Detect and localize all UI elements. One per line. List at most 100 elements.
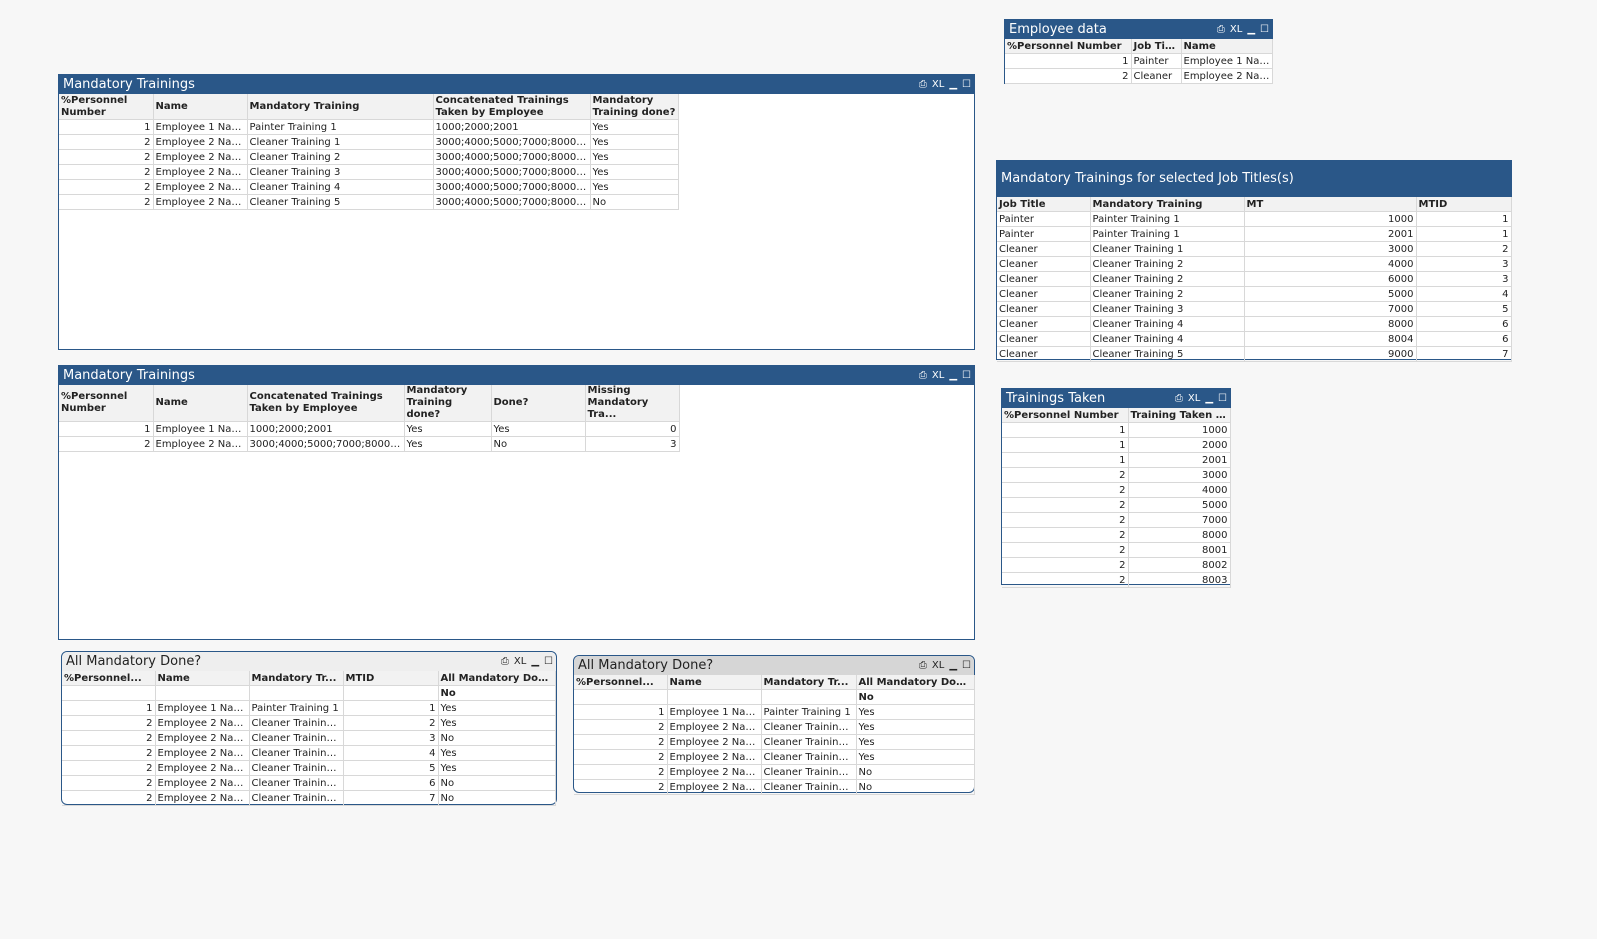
table-row[interactable]: 1 Employee 1 Name 1000;2000;2001 Yes Yes 0 <box>59 421 680 437</box>
print-icon[interactable]: ⎙ <box>1217 20 1225 39</box>
column-header[interactable]: Mandatory Tr... <box>249 671 344 686</box>
column-header[interactable]: %Personnel... <box>62 671 156 686</box>
panel-title-bar[interactable]: All Mandatory Done? ⎙ XL ▁ ☐ <box>62 652 556 671</box>
column-header[interactable]: Concatenated Trainings Taken by Employee <box>247 385 405 422</box>
table-row[interactable]: 2 8001 <box>1002 542 1231 558</box>
table-row[interactable]: Cleaner Cleaner Training 2 4000 3 <box>997 256 1512 272</box>
table-row[interactable]: 1 2000 <box>1002 437 1231 453</box>
table-row[interactable]: 2 8003 <box>1002 572 1231 588</box>
column-header[interactable]: Training Taken ID <box>1128 408 1231 423</box>
table-row[interactable]: 1 2001 <box>1002 452 1231 468</box>
print-icon[interactable]: ⎙ <box>919 366 927 385</box>
column-header[interactable]: MTID <box>343 671 439 686</box>
column-header[interactable]: Job Title <box>1131 39 1182 54</box>
maximize-icon[interactable]: ☐ <box>544 652 553 671</box>
table-row[interactable]: 2 Employee 2 Name Cleaner Training 1 3000;4… <box>59 134 679 150</box>
export-excel-icon[interactable]: XL <box>1188 389 1200 408</box>
table-row[interactable]: Cleaner Cleaner Training 4 8000 6 <box>997 316 1512 332</box>
column-header[interactable]: Name <box>153 94 248 120</box>
panel-title-bar[interactable]: Employee data ⎙ XL ▁ ☐ <box>1005 20 1272 39</box>
export-excel-icon[interactable]: XL <box>932 75 944 94</box>
table-row[interactable]: 2 Employee 2 Name Cleaner Training 5 3000;4… <box>59 194 679 210</box>
column-header[interactable]: Job Title <box>997 197 1091 212</box>
table-row[interactable]: 2 Employee 2 Name 3000;4000;5000;7000;8000… <box>59 436 680 452</box>
maximize-icon[interactable]: ☐ <box>1218 389 1227 408</box>
table-row[interactable]: 1 Employee 1 Name Painter Training 1 Yes <box>574 704 975 720</box>
print-icon[interactable]: ⎙ <box>919 75 927 94</box>
table-row[interactable]: 2 Employee 2 Name Cleaner Training 1 2 Yes <box>62 715 556 731</box>
table-row[interactable]: Cleaner Cleaner Training 4 8004 6 <box>997 331 1512 347</box>
minimize-icon[interactable]: ▁ <box>949 366 957 385</box>
panel-title-bar[interactable]: Trainings Taken ⎙ XL ▁ ☐ <box>1002 389 1230 408</box>
table-row[interactable]: 2 3000 <box>1002 467 1231 483</box>
column-header[interactable]: Mandatory Tr... <box>761 675 857 690</box>
print-icon[interactable]: ⎙ <box>501 652 509 671</box>
minimize-icon[interactable]: ▁ <box>1205 389 1213 408</box>
table-row[interactable]: Cleaner Cleaner Training 3 7000 5 <box>997 301 1512 317</box>
column-header[interactable]: Name <box>667 675 762 690</box>
column-header[interactable]: All Mandatory Done? <box>856 675 975 690</box>
table-row[interactable]: 2 Employee 2 Name Cleaner Training 3 5 Yes <box>62 760 556 776</box>
table-row[interactable]: 2 Employee 2 Name Cleaner Training 2 3 No <box>62 730 556 746</box>
minimize-icon[interactable]: ▁ <box>531 652 539 671</box>
table-row[interactable]: 1 1000 <box>1002 422 1231 438</box>
table-row[interactable]: 2 Employee 2 Name Cleaner Training 5 7 No <box>62 790 556 806</box>
table-row[interactable]: 2 Employee 2 Name Cleaner Training 4 6 No <box>62 775 556 791</box>
column-header[interactable]: MT <box>1244 197 1417 212</box>
column-header[interactable]: Concatenated Trainings Taken by Employee <box>433 94 591 120</box>
table-row[interactable]: Painter Painter Training 1 2001 1 <box>997 226 1512 242</box>
minimize-icon[interactable]: ▁ <box>949 75 957 94</box>
minimize-icon[interactable]: ▁ <box>1247 20 1255 39</box>
table-row[interactable]: 1 Employee 1 Name Painter Training 1 1000;2… <box>59 119 679 135</box>
table-row[interactable]: 2 Employee 2 Name Cleaner Training 4 3000;4… <box>59 179 679 195</box>
maximize-icon[interactable]: ☐ <box>962 75 971 94</box>
table-row[interactable]: 1 Employee 1 Name Painter Training 1 1 Yes <box>62 700 556 716</box>
table-row[interactable]: 2 Employee 2 Name Cleaner Training 3 Yes <box>574 749 975 765</box>
table-row[interactable]: 2 Employee 2 Name Cleaner Training 5 No <box>574 779 975 795</box>
column-header[interactable]: Mandatory Training done? <box>404 385 492 422</box>
table-row[interactable]: 2 4000 <box>1002 482 1231 498</box>
column-header[interactable]: Name <box>1181 39 1273 54</box>
minimize-icon[interactable]: ▁ <box>949 656 957 675</box>
maximize-icon[interactable]: ☐ <box>962 656 971 675</box>
table-row[interactable]: Cleaner Cleaner Training 5 9000 7 <box>997 346 1512 362</box>
panel-title-bar[interactable]: All Mandatory Done? ⎙ XL ▁ ☐ <box>574 656 974 675</box>
panel-title-bar[interactable]: Mandatory Trainings ⎙ XL ▁ ☐ <box>59 366 974 385</box>
table-row[interactable]: 2 8000 <box>1002 527 1231 543</box>
column-header[interactable]: %Personnel Number <box>59 385 154 422</box>
table-row[interactable]: Painter Painter Training 1 1000 1 <box>997 211 1512 227</box>
table-row[interactable]: Cleaner Cleaner Training 2 5000 4 <box>997 286 1512 302</box>
column-header[interactable]: Mandatory Training <box>1090 197 1245 212</box>
table-row[interactable]: 2 7000 <box>1002 512 1231 528</box>
column-header[interactable]: %Personnel Number <box>59 94 154 120</box>
column-header[interactable]: MTID <box>1416 197 1512 212</box>
column-header[interactable]: %Personnel Number <box>1005 39 1132 54</box>
table-row[interactable]: 2 8002 <box>1002 557 1231 573</box>
column-header[interactable]: All Mandatory Done? <box>438 671 556 686</box>
table-row[interactable]: 2 Employee 2 Name Cleaner Training 1 Yes <box>574 719 975 735</box>
column-header[interactable]: Name <box>153 385 248 422</box>
column-header[interactable]: %Personnel Number <box>1002 408 1129 423</box>
column-header[interactable]: %Personnel... <box>574 675 668 690</box>
export-excel-icon[interactable]: XL <box>932 366 944 385</box>
panel-title-bar[interactable]: Mandatory Trainings ⎙ XL ▁ ☐ <box>59 75 974 94</box>
table-row[interactable]: 2 5000 <box>1002 497 1231 513</box>
export-excel-icon[interactable]: XL <box>932 656 944 675</box>
export-excel-icon[interactable]: XL <box>1230 20 1242 39</box>
table-row[interactable]: 2 Employee 2 Name Cleaner Training 3 3000;4… <box>59 164 679 180</box>
print-icon[interactable]: ⎙ <box>919 656 927 675</box>
table-row[interactable]: 2 Employee 2 Name Cleaner Training 2 Yes <box>574 734 975 750</box>
table-row[interactable]: 2 Employee 2 Name Cleaner Training 2 4 Yes <box>62 745 556 761</box>
panel-title-bar[interactable]: Mandatory Trainings for selected Job Tit… <box>997 161 1511 197</box>
table-row[interactable]: 2 Employee 2 Name Cleaner Training 4 No <box>574 764 975 780</box>
table-row[interactable]: Cleaner Cleaner Training 2 6000 3 <box>997 271 1512 287</box>
table-row[interactable]: Cleaner Cleaner Training 1 3000 2 <box>997 241 1512 257</box>
table-row[interactable]: 2 Employee 2 Name Cleaner Training 2 3000;4… <box>59 149 679 165</box>
print-icon[interactable]: ⎙ <box>1175 389 1183 408</box>
export-excel-icon[interactable]: XL <box>514 652 526 671</box>
maximize-icon[interactable]: ☐ <box>1260 20 1269 39</box>
column-header[interactable]: Mandatory Training <box>247 94 434 120</box>
table-row[interactable]: 2 Cleaner Employee 2 Name <box>1005 68 1273 84</box>
table-row[interactable]: 1 Painter Employee 1 Name <box>1005 53 1273 69</box>
column-header[interactable]: Mandatory Training done? <box>590 94 679 120</box>
